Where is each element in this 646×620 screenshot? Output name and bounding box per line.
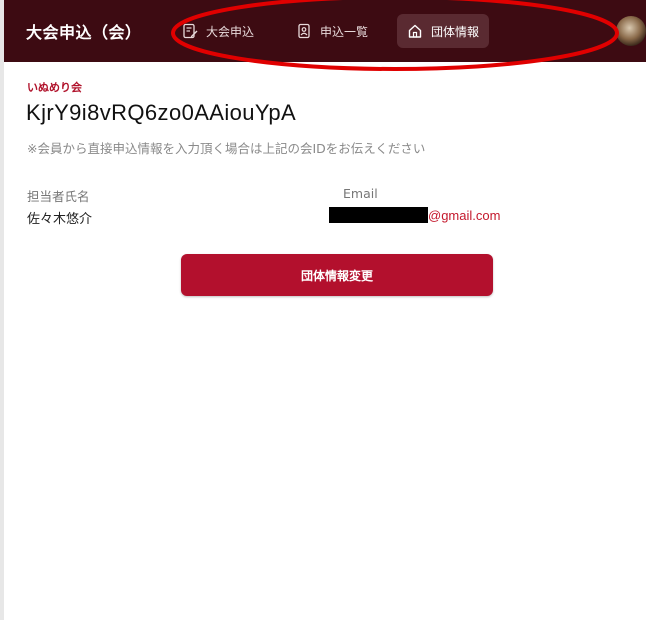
nav-tab-label: 大会申込: [206, 24, 255, 39]
home-icon: [407, 23, 423, 39]
contact-list-icon: [296, 23, 312, 39]
left-edge-strip: [0, 0, 4, 620]
email-value: @gmail.com: [329, 206, 500, 224]
nav-tab-label: 申込一覧: [320, 24, 369, 39]
top-navigation-bar: 大会申込（会） 大会申込 申込一覧 団体情報: [4, 0, 646, 62]
page: 大会申込（会） 大会申込 申込一覧 団体情報 いぬめり会 KjrY9i8vRQ6…: [0, 0, 646, 620]
edit-group-info-button[interactable]: 団体情報変更: [181, 254, 493, 296]
email-domain: @gmail.com: [428, 207, 501, 223]
edit-document-icon: [182, 23, 198, 39]
nav-tab-tournament-apply[interactable]: 大会申込: [182, 14, 254, 48]
group-id-note: ※会員から直接申込情報を入力頂く場合は上記の会IDをお伝えください: [27, 141, 426, 156]
person-in-charge-value: 佐々木悠介: [27, 212, 93, 227]
nav-tab-group-info[interactable]: 団体情報: [397, 14, 490, 48]
group-id: KjrY9i8vRQ6zo0AAiouYpA: [26, 100, 297, 125]
app-title[interactable]: 大会申込（会）: [26, 19, 142, 43]
nav-tab-application-list[interactable]: 申込一覧: [296, 14, 368, 48]
nav-tab-label: 団体情報: [431, 24, 480, 39]
group-name: いぬめり会: [27, 81, 82, 94]
email-label: Email: [343, 186, 378, 201]
user-avatar-icon[interactable]: [616, 16, 646, 46]
redaction-block: [329, 207, 428, 223]
person-in-charge-label: 担当者氏名: [27, 189, 90, 204]
